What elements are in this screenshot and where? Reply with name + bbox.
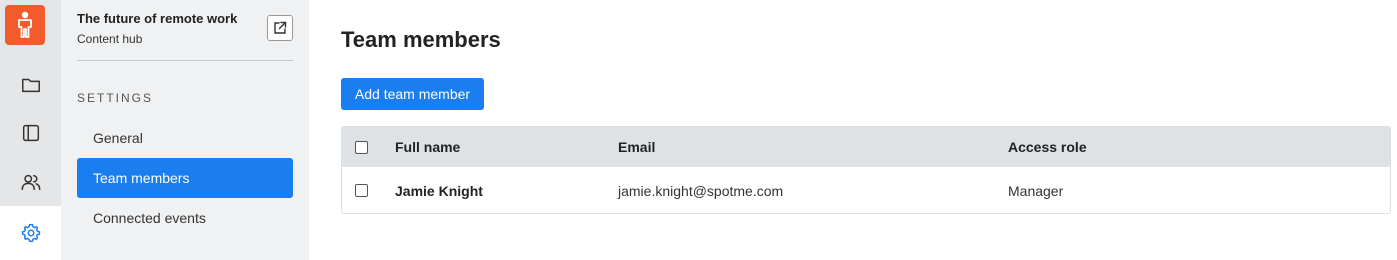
users-icon bbox=[21, 174, 40, 191]
row-checkbox[interactable] bbox=[355, 184, 368, 197]
sidebar-item-connected-events[interactable]: Connected events bbox=[77, 198, 293, 238]
page-title: Team members bbox=[341, 27, 501, 52]
sidebar-item-team-members[interactable]: Team members bbox=[77, 158, 293, 198]
select-all-checkbox[interactable] bbox=[355, 140, 368, 154]
external-link-icon bbox=[274, 21, 287, 34]
icon-rail bbox=[0, 0, 61, 260]
rail-item-settings[interactable] bbox=[0, 206, 61, 260]
sidebar-item-general[interactable]: General bbox=[77, 118, 293, 158]
rail-item-people[interactable] bbox=[0, 158, 61, 206]
row-select-cell bbox=[355, 167, 368, 213]
member-access-role: Manager bbox=[1008, 182, 1064, 199]
settings-sidebar: The future of remote work Content hub SE… bbox=[61, 0, 309, 260]
member-email: jamie.knight@spotme.com bbox=[618, 182, 784, 199]
rail-item-layout[interactable] bbox=[0, 109, 61, 157]
table-header: Full name Email Access role bbox=[342, 127, 1390, 167]
table-row[interactable]: Jamie Knight jamie.knight@spotme.com Man… bbox=[342, 167, 1390, 213]
person-logo-icon bbox=[18, 11, 32, 38]
sidebar-panel-icon bbox=[22, 124, 39, 142]
select-all-cell bbox=[355, 127, 368, 167]
main-content: Team members Add team member Full name E… bbox=[309, 0, 1397, 260]
section-label-settings: SETTINGS bbox=[77, 91, 154, 105]
open-external-button[interactable] bbox=[267, 15, 293, 41]
member-full-name: Jamie Knight bbox=[395, 182, 483, 199]
column-header-access-role[interactable]: Access role bbox=[1008, 127, 1087, 167]
rail-item-content[interactable] bbox=[0, 61, 61, 109]
gear-icon bbox=[21, 223, 40, 242]
folder-icon bbox=[21, 78, 40, 93]
app-logo[interactable] bbox=[5, 5, 45, 45]
project-title: The future of remote work bbox=[77, 11, 238, 26]
project-subtitle: Content hub bbox=[77, 32, 143, 46]
column-header-email[interactable]: Email bbox=[618, 127, 655, 167]
column-header-full-name[interactable]: Full name bbox=[395, 127, 460, 167]
add-team-member-button[interactable]: Add team member bbox=[341, 78, 484, 110]
team-members-table: Full name Email Access role Jamie Knight… bbox=[341, 126, 1391, 214]
sidebar-divider bbox=[77, 60, 293, 61]
